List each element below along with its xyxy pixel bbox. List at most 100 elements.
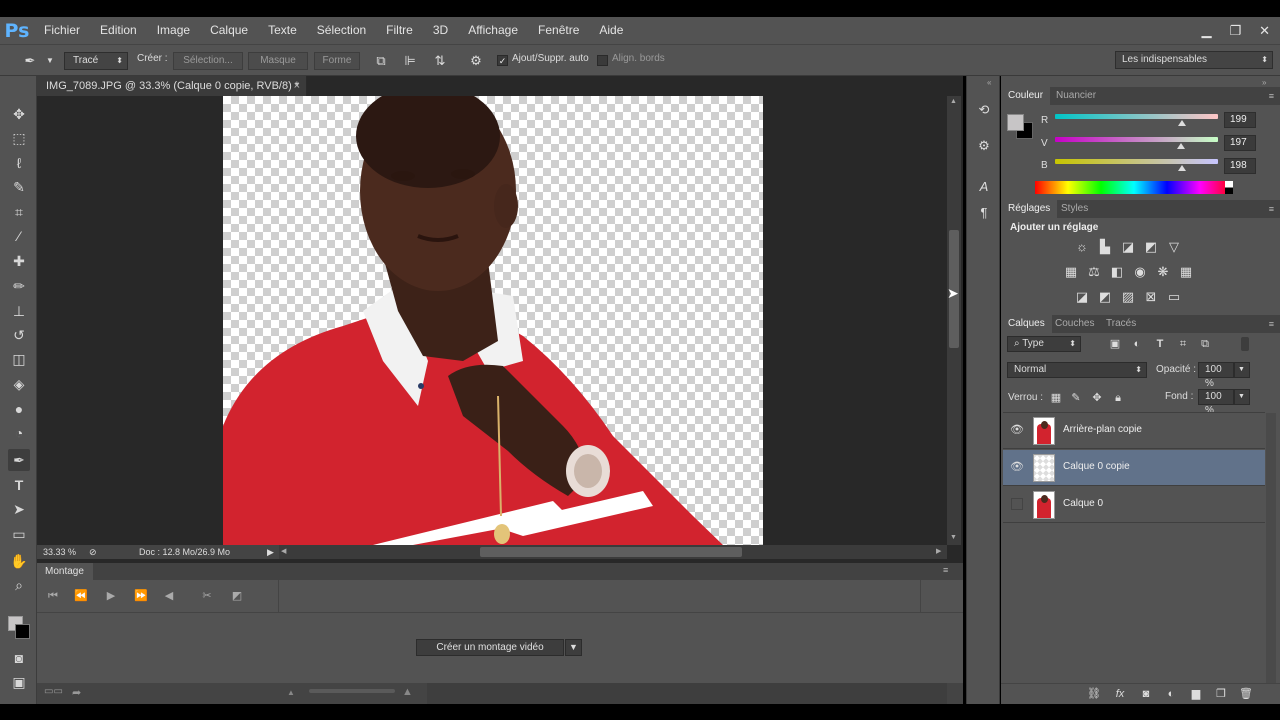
timeline-menu-icon[interactable]: ≡ bbox=[943, 565, 948, 575]
path-alignment-icon[interactable]: ⊫ bbox=[402, 53, 418, 69]
blur-tool-icon[interactable]: ● bbox=[8, 398, 30, 420]
visibility-eye-icon[interactable]: 👁︎ bbox=[1009, 459, 1025, 475]
marquee-tool-icon[interactable]: ⬚ bbox=[8, 127, 30, 149]
menu-calque[interactable]: Calque bbox=[200, 17, 258, 44]
tab-traces[interactable]: Tracés bbox=[1099, 315, 1143, 333]
curves-icon[interactable]: ◪ bbox=[1120, 239, 1136, 255]
channel-b-slider[interactable] bbox=[1055, 159, 1218, 164]
dodge-tool-icon[interactable]: ◔ bbox=[8, 422, 30, 444]
document-tab[interactable]: IMG_7089.JPG @ 33.3% (Calque 0 copie, RV… bbox=[37, 76, 307, 96]
color-spectrum-bar[interactable] bbox=[1035, 181, 1233, 194]
channel-r-slider[interactable] bbox=[1055, 114, 1218, 119]
threshold-icon[interactable]: ▨ bbox=[1120, 289, 1136, 305]
blend-mode-select[interactable]: Normal ⬍ bbox=[1007, 362, 1147, 378]
path-selection-tool-icon[interactable]: ➤ bbox=[8, 498, 30, 520]
screen-mode-icon[interactable]: ▣ bbox=[8, 671, 30, 693]
channel-b-knob[interactable] bbox=[1178, 165, 1187, 171]
levels-icon[interactable]: ▙ bbox=[1097, 239, 1113, 255]
tab-calques[interactable]: Calques bbox=[1001, 315, 1052, 333]
gradient-map-icon[interactable]: ▭ bbox=[1166, 289, 1182, 305]
close-icon[interactable]: ✕ bbox=[1259, 23, 1270, 39]
menu-affichage[interactable]: Affichage bbox=[458, 17, 528, 44]
panel-menu-icon[interactable]: ≡ bbox=[1269, 91, 1274, 101]
panel-menu-icon[interactable]: ≡ bbox=[1269, 204, 1274, 214]
menu-aide[interactable]: Aide bbox=[589, 17, 633, 44]
split-scissors-icon[interactable]: ✂ bbox=[198, 588, 216, 604]
link-layers-icon[interactable]: ⛓ bbox=[1087, 687, 1101, 701]
status-menu-icon[interactable]: ▶ bbox=[267, 545, 274, 559]
visibility-hidden-box[interactable] bbox=[1011, 498, 1023, 510]
first-frame-icon[interactable]: ⏮ bbox=[44, 588, 62, 604]
menu-fenetre[interactable]: Fenêtre bbox=[528, 17, 589, 44]
selective-color-icon[interactable]: ⊠ bbox=[1143, 289, 1159, 305]
collapse-icon[interactable]: « bbox=[987, 78, 991, 87]
fill-dropdown[interactable]: ▼ bbox=[1234, 389, 1250, 405]
render-icon[interactable]: ➦ bbox=[72, 686, 81, 699]
lock-all-icon[interactable]: 🔒︎ bbox=[1111, 391, 1125, 405]
path-operations-icon[interactable]: ⧉ bbox=[373, 53, 389, 69]
scroll-right-icon[interactable]: ▶ bbox=[936, 547, 941, 555]
timeline-tab[interactable]: Montage bbox=[37, 563, 93, 580]
mask-button[interactable]: Masque bbox=[248, 52, 308, 70]
color-balance-icon[interactable]: ⚖ bbox=[1086, 264, 1102, 280]
layer-row[interactable]: 👁︎ Arrière-plan copie bbox=[1003, 413, 1265, 449]
filter-shape-icon[interactable]: ⌗ bbox=[1176, 337, 1190, 351]
frame-mode-icon[interactable]: ▭▭ bbox=[44, 686, 63, 697]
foreground-color-chip[interactable] bbox=[1007, 114, 1024, 131]
background-color-swatch[interactable] bbox=[15, 624, 30, 639]
eyedropper-tool-icon[interactable]: ⁄ bbox=[8, 225, 30, 247]
history-brush-tool-icon[interactable]: ↺ bbox=[8, 324, 30, 346]
gear-icon[interactable]: ⚙ bbox=[468, 53, 484, 69]
tab-reglages[interactable]: Réglages bbox=[1001, 200, 1058, 218]
restore-icon[interactable]: ❐ bbox=[1229, 23, 1241, 39]
zoom-level[interactable]: 33.33 % bbox=[43, 545, 76, 559]
channel-r-knob[interactable] bbox=[1178, 120, 1187, 126]
shape-button[interactable]: Forme bbox=[314, 52, 360, 70]
minimize-icon[interactable]: ▁ bbox=[1201, 23, 1211, 39]
filter-smart-object-icon[interactable]: ⧉ bbox=[1198, 337, 1212, 351]
layer-row-selected[interactable]: 👁︎ Calque 0 copie bbox=[1003, 450, 1265, 486]
trash-icon[interactable]: 🗑︎ bbox=[1239, 687, 1253, 701]
play-icon[interactable]: ▶ bbox=[102, 588, 120, 604]
new-adjustment-layer-icon[interactable]: ◐ bbox=[1164, 687, 1178, 701]
channel-mixer-icon[interactable]: ❋ bbox=[1155, 264, 1171, 280]
new-layer-icon[interactable]: ❐ bbox=[1214, 687, 1228, 701]
channel-v-value[interactable]: 197 bbox=[1224, 135, 1256, 151]
lock-transparency-icon[interactable]: ▦ bbox=[1049, 391, 1063, 405]
properties-panel-icon[interactable]: ⚙ bbox=[975, 137, 993, 155]
menu-image[interactable]: Image bbox=[147, 17, 200, 44]
hand-tool-icon[interactable]: ✋ bbox=[8, 550, 30, 572]
photo-filter-icon[interactable]: ◉ bbox=[1132, 264, 1148, 280]
tab-couches[interactable]: Couches bbox=[1048, 315, 1101, 333]
posterize-icon[interactable]: ◩ bbox=[1097, 289, 1113, 305]
layer-row[interactable]: Calque 0 bbox=[1003, 487, 1265, 523]
previous-frame-icon[interactable]: ⏪ bbox=[72, 588, 90, 604]
scroll-up-icon[interactable]: ▲ bbox=[950, 98, 957, 105]
close-tab-icon[interactable]: × bbox=[294, 76, 300, 96]
invert-icon[interactable]: ◪ bbox=[1074, 289, 1090, 305]
brush-tool-icon[interactable]: ✏ bbox=[8, 275, 30, 297]
visibility-eye-icon[interactable]: 👁︎ bbox=[1009, 422, 1025, 438]
tab-couleur[interactable]: Couleur bbox=[1001, 87, 1051, 105]
lock-position-icon[interactable]: ✥ bbox=[1090, 391, 1104, 405]
filter-toggle[interactable] bbox=[1241, 337, 1249, 351]
paint-bucket-tool-icon[interactable]: ◈ bbox=[8, 373, 30, 395]
layer-style-fx-icon[interactable]: fx bbox=[1113, 687, 1127, 701]
channel-r-value[interactable]: 199 bbox=[1224, 112, 1256, 128]
pen-tool-icon[interactable]: ✒ bbox=[8, 449, 30, 471]
add-mask-icon[interactable]: ◙ bbox=[1139, 687, 1153, 701]
chevron-down-icon[interactable]: ▼ bbox=[42, 53, 58, 69]
horizontal-scroll-thumb[interactable] bbox=[480, 547, 742, 557]
brightness-contrast-icon[interactable]: ☼ bbox=[1074, 239, 1090, 255]
timeline-type-dropdown[interactable]: ▼ bbox=[565, 639, 582, 656]
channel-v-knob[interactable] bbox=[1176, 143, 1185, 149]
move-tool-icon[interactable]: ✥ bbox=[8, 103, 30, 125]
new-group-folder-icon[interactable]: ▆ bbox=[1189, 687, 1203, 701]
crop-tool-icon[interactable]: ⌗ bbox=[8, 201, 30, 223]
tool-mode-select[interactable]: Tracé ⬍ bbox=[64, 52, 128, 70]
menu-filtre[interactable]: Filtre bbox=[376, 17, 423, 44]
opacity-input[interactable]: 100 % bbox=[1198, 362, 1234, 389]
hue-saturation-icon[interactable]: ▦ bbox=[1063, 264, 1079, 280]
zoom-tool-icon[interactable]: ⌕ bbox=[8, 574, 30, 596]
menu-edition[interactable]: Edition bbox=[90, 17, 147, 44]
